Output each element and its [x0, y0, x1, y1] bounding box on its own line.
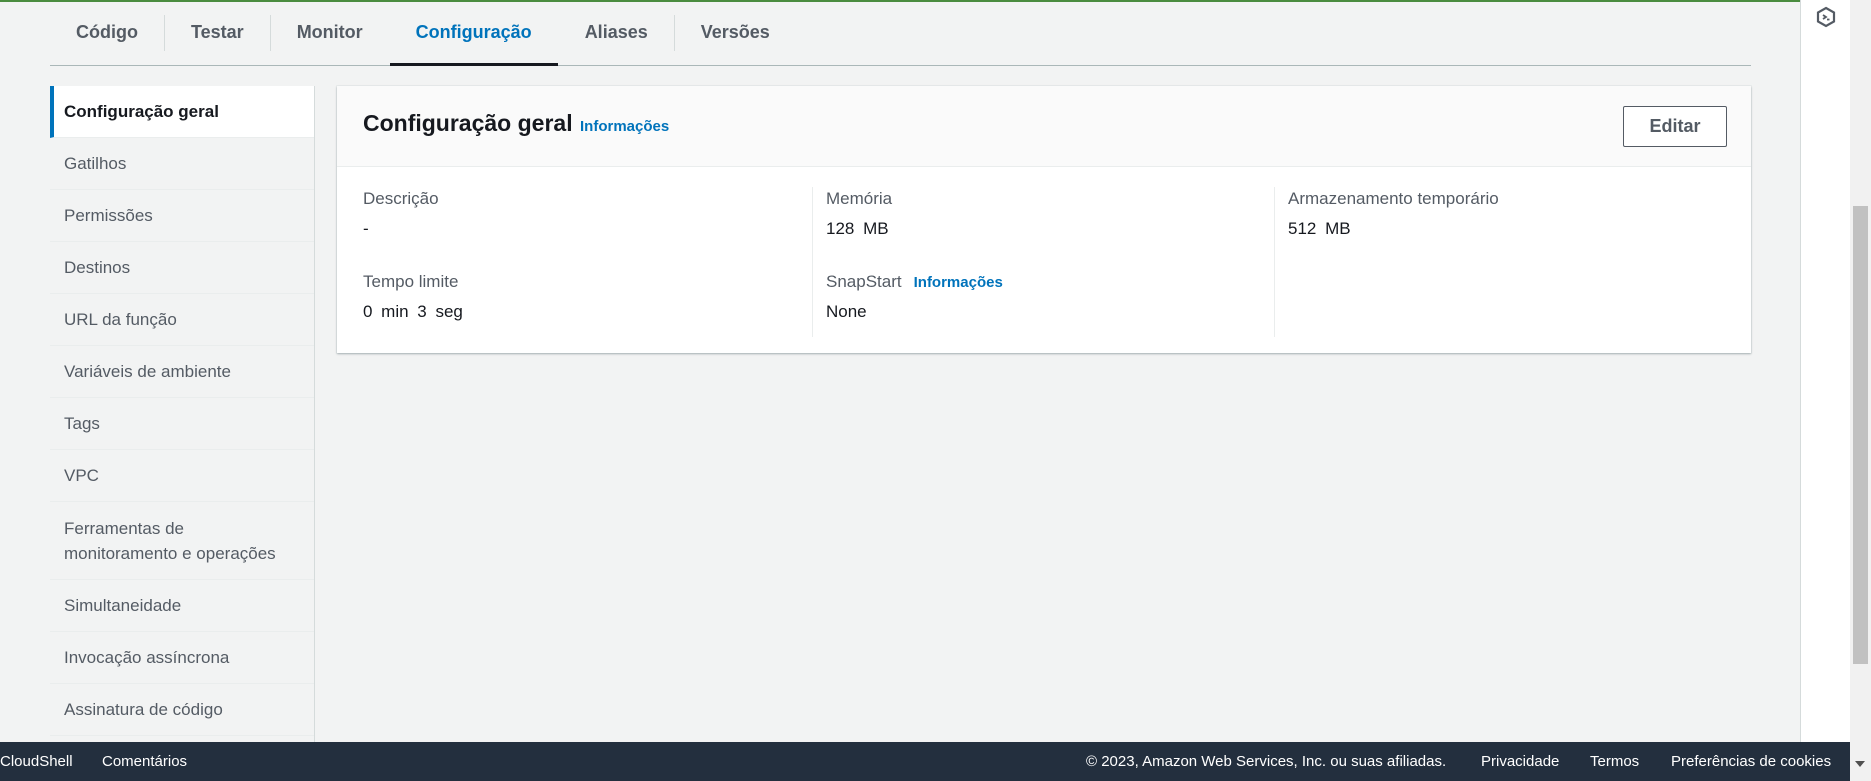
console-footer: CloudShell Comentários © 2023, Amazon We… — [0, 742, 1850, 781]
footer-feedback-link[interactable]: Comentários — [102, 753, 187, 770]
field-value: - — [363, 219, 369, 238]
snapstart-info-link[interactable]: Informações — [914, 274, 1003, 291]
function-tabs: Código Testar Monitor Configuração Alias… — [50, 0, 1751, 66]
tab-monitor[interactable]: Monitor — [271, 0, 389, 65]
field-memory: Memória 128 MB — [826, 187, 1288, 241]
tab-codigo[interactable]: Código — [50, 0, 164, 65]
right-utility-panel — [1800, 0, 1850, 742]
field-value: None — [826, 302, 867, 321]
tab-versoes[interactable]: Versões — [675, 0, 796, 65]
sidenav-item-vpc[interactable]: VPC — [50, 450, 314, 502]
panel-column-3: Armazenamento temporário 512 MB — [1274, 187, 1750, 337]
field-label: SnapStart — [826, 272, 902, 291]
sidenav-item-variaveis-de-ambiente[interactable]: Variáveis de ambiente — [50, 346, 314, 398]
tab-aliases[interactable]: Aliases — [559, 0, 674, 65]
field-value: 128 MB — [826, 219, 889, 238]
general-config-panel: Configuração geral Informações Editar De… — [337, 86, 1751, 353]
field-label-row: SnapStart Informações — [826, 270, 1288, 294]
footer-terms-link[interactable]: Termos — [1590, 753, 1639, 770]
field-label: Armazenamento temporário — [1288, 189, 1499, 208]
main-area: Código Testar Monitor Configuração Alias… — [0, 0, 1800, 742]
sidenav-item-gatilhos[interactable]: Gatilhos — [50, 138, 314, 190]
field-label: Descrição — [363, 189, 439, 208]
sidenav-item-url-da-funcao[interactable]: URL da função — [50, 294, 314, 346]
panel-column-1: Descrição - Tempo limite 0 min 3 seg — [363, 187, 825, 337]
sidenav-item-configuracao-geral[interactable]: Configuração geral — [50, 86, 314, 138]
sidenav-item-assinatura-de-codigo[interactable]: Assinatura de código — [50, 684, 314, 736]
panel-title: Configuração geral — [363, 110, 573, 136]
footer-cloudshell-link[interactable]: CloudShell — [0, 753, 73, 770]
sidenav-item-destinos[interactable]: Destinos — [50, 242, 314, 294]
scroll-down-arrow-icon[interactable] — [1855, 761, 1865, 767]
tab-testar[interactable]: Testar — [165, 0, 270, 65]
field-description: Descrição - — [363, 187, 825, 241]
panel-column-2: Memória 128 MB SnapStart Informações None — [812, 187, 1288, 337]
panel-header: Configuração geral Informações Editar — [337, 86, 1751, 167]
footer-copyright: © 2023, Amazon Web Services, Inc. ou sua… — [1086, 753, 1447, 770]
field-timeout: Tempo limite 0 min 3 seg — [363, 270, 825, 324]
sidenav-item-ferramentas-monitoramento[interactable]: Ferramentas de monitoramento e operações — [50, 502, 314, 580]
config-sidenav: Configuração geral Gatilhos Permissões D… — [50, 86, 315, 742]
field-value: 0 min 3 seg — [363, 302, 463, 321]
panel-info-link[interactable]: Informações — [580, 118, 669, 135]
sidenav-item-permissoes[interactable]: Permissões — [50, 190, 314, 242]
sidenav-item-invocacao-assincrona[interactable]: Invocação assíncrona — [50, 632, 314, 684]
field-value: 512 MB — [1288, 219, 1351, 238]
footer-cookie-preferences-link[interactable]: Preferências de cookies — [1671, 753, 1831, 770]
scrollbar-thumb[interactable] — [1853, 206, 1868, 664]
field-label: Tempo limite — [363, 272, 459, 291]
edit-button[interactable]: Editar — [1623, 106, 1727, 147]
footer-privacy-link[interactable]: Privacidade — [1481, 753, 1559, 770]
page-scrollbar[interactable] — [1850, 0, 1871, 781]
sidenav-item-simultaneidade[interactable]: Simultaneidade — [50, 580, 314, 632]
field-label: Memória — [826, 189, 893, 208]
field-ephemeral-storage: Armazenamento temporário 512 MB — [1288, 187, 1750, 241]
tab-configuracao[interactable]: Configuração — [389, 0, 558, 66]
field-snapstart: SnapStart Informações None — [826, 270, 1288, 324]
sidenav-item-tags[interactable]: Tags — [50, 398, 314, 450]
cloudshell-hex-icon[interactable] — [1815, 6, 1837, 28]
